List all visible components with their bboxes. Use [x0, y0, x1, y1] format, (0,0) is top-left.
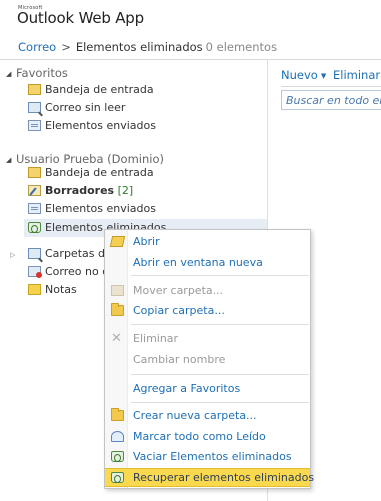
- junk-icon: [28, 266, 42, 278]
- menu-separator: [131, 374, 309, 375]
- folder-label: Elementos enviados: [45, 119, 156, 132]
- inbox-icon: [28, 167, 41, 178]
- chevron-down-icon: ▼: [320, 72, 327, 80]
- folder-notes[interactable]: Notas: [28, 281, 77, 299]
- search-input[interactable]: Buscar en todo el b: [281, 90, 381, 110]
- folder-label: Bandeja de entrada: [45, 166, 154, 179]
- app-title[interactable]: Outlook Web App: [17, 9, 144, 27]
- menu-separator: [131, 324, 309, 325]
- folder-sent[interactable]: Elementos enviados: [28, 200, 156, 218]
- new-folder-icon: [111, 408, 124, 421]
- collapse-triangle-icon[interactable]: ◢: [6, 70, 16, 78]
- delete-x-icon: ✕: [111, 331, 122, 346]
- context-menu: Abrir Abrir en ventana nueva Mover carpe…: [104, 229, 314, 489]
- folder-label: Notas: [45, 283, 77, 296]
- recover-icon: [111, 472, 124, 483]
- empty-recycle-icon: [111, 451, 124, 462]
- menu-label: Abrir en ventana nueva: [133, 256, 263, 269]
- folder-junk[interactable]: Correo no de: [28, 263, 116, 281]
- menu-item-open[interactable]: Abrir: [105, 233, 310, 251]
- menu-label: Crear nueva carpeta...: [133, 409, 257, 422]
- breadcrumb-current: Elementos eliminados: [75, 40, 203, 54]
- menu-label: Cambiar nombre: [133, 353, 226, 366]
- sent-icon: [28, 203, 41, 214]
- open-folder-icon: [109, 236, 126, 247]
- menu-item-new-folder[interactable]: Crear nueva carpeta...: [105, 407, 310, 425]
- menu-label: Vaciar Elementos eliminados: [133, 450, 292, 463]
- folder-label: Bandeja de entrada: [45, 83, 154, 96]
- menu-label: Copiar carpeta...: [133, 304, 225, 317]
- menu-item-add-favorites[interactable]: Agregar a Favoritos: [105, 380, 310, 398]
- menu-separator: [131, 402, 309, 403]
- breadcrumb-root[interactable]: Correo: [18, 40, 56, 54]
- menu-item-copy-folder[interactable]: Copiar carpeta...: [105, 302, 310, 320]
- notes-icon: [28, 284, 41, 295]
- folder-drafts[interactable]: Borradores [2]: [28, 182, 133, 200]
- menu-label: Marcar todo como Leído: [133, 430, 266, 443]
- recycle-icon: [28, 222, 41, 233]
- folder-label: Elementos enviados: [45, 202, 156, 215]
- collapse-triangle-icon[interactable]: ◢: [6, 156, 16, 164]
- menu-label: Eliminar: [133, 332, 179, 345]
- search-folder-icon: [28, 102, 41, 113]
- delete-label: Eliminar: [333, 68, 381, 82]
- mark-read-icon: [111, 431, 124, 442]
- top-bar: Microsoft Outlook Web App: [0, 0, 381, 32]
- fav-item-unread[interactable]: Correo sin leer: [28, 99, 125, 117]
- search-folder-icon: [28, 248, 41, 259]
- folder-label: Borradores: [45, 184, 115, 197]
- fav-item-sent[interactable]: Elementos enviados: [28, 117, 156, 135]
- menu-item-recover-deleted[interactable]: Recuperar elementos eliminados: [105, 468, 314, 487]
- copy-folder-icon: [111, 303, 124, 316]
- menu-item-delete: ✕ Eliminar: [105, 330, 310, 348]
- menu-label: Mover carpeta...: [133, 284, 224, 297]
- menu-item-rename: Cambiar nombre: [105, 351, 310, 369]
- favorites-label: Favoritos: [16, 66, 68, 80]
- new-button[interactable]: Nuevo ▼: [281, 68, 326, 82]
- menu-label: Agregar a Favoritos: [133, 382, 241, 395]
- breadcrumb: Correo > Elementos eliminados 0 elementos: [18, 40, 277, 56]
- sent-icon: [28, 120, 41, 131]
- expand-arrow-icon[interactable]: ▷: [10, 251, 15, 259]
- menu-label: Abrir: [133, 235, 160, 248]
- menu-item-open-new-window[interactable]: Abrir en ventana nueva: [105, 254, 310, 272]
- folder-label: Correo sin leer: [45, 101, 126, 114]
- move-folder-icon: [111, 285, 124, 296]
- unread-count: [2]: [117, 184, 134, 197]
- drafts-icon: [28, 185, 41, 196]
- item-count: 0 elementos: [205, 40, 278, 54]
- menu-item-move-folder: Mover carpeta...: [105, 282, 310, 300]
- menu-item-mark-all-read[interactable]: Marcar todo como Leído: [105, 428, 310, 446]
- inbox-icon: [28, 84, 41, 95]
- menu-separator: [131, 275, 309, 276]
- menu-item-empty-deleted[interactable]: Vaciar Elementos eliminados: [105, 448, 310, 466]
- toolbar-divider: [281, 86, 381, 87]
- menu-label: Recuperar elementos eliminados: [133, 471, 315, 484]
- delete-button[interactable]: Eliminar▼: [333, 68, 381, 82]
- favorites-header[interactable]: ◢ Favoritos: [6, 66, 68, 82]
- folder-inbox[interactable]: Bandeja de entrada: [28, 164, 154, 182]
- fav-item-inbox[interactable]: Bandeja de entrada: [28, 81, 154, 99]
- new-label: Nuevo: [281, 68, 318, 82]
- breadcrumb-separator: >: [61, 40, 71, 54]
